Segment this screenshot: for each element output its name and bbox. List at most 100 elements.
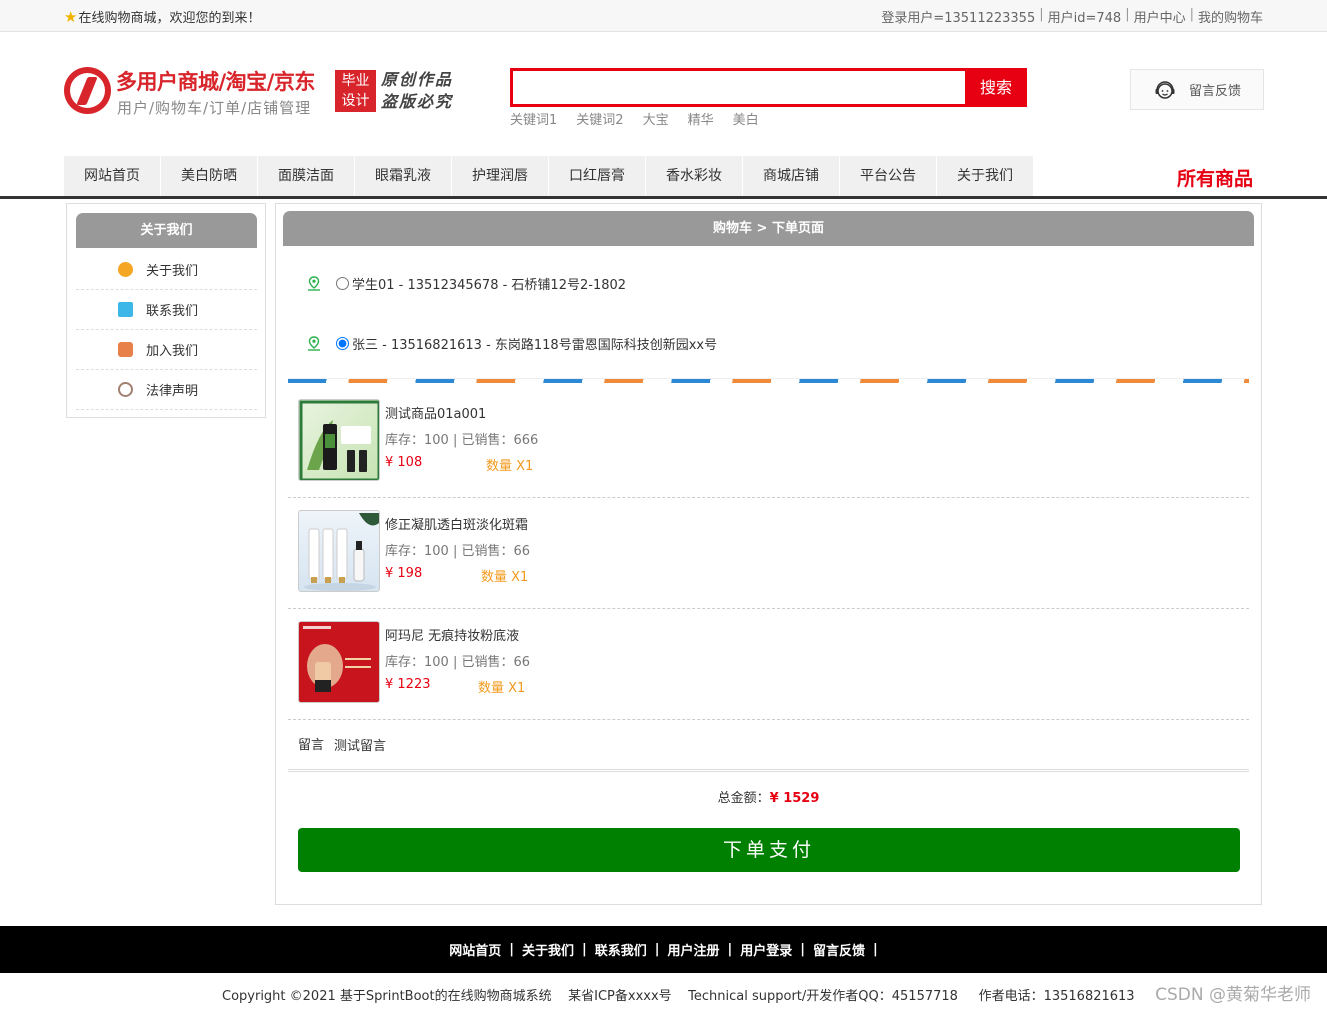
footer-link-login[interactable]: 用户登录 [740,940,792,959]
watermark: CSDN @黄菊华老师 [1155,985,1311,1005]
nav-item-lip-care[interactable]: 护理润唇 [452,156,549,196]
total-label: 总金额： [717,791,770,806]
hot-word[interactable]: 关键词2 [576,109,623,128]
user-id-link[interactable]: 用户id=748 [1048,7,1122,26]
search-button[interactable]: 搜索 [965,68,1027,107]
my-cart-link[interactable]: 我的购物车 [1198,7,1263,26]
product-name[interactable]: 修正凝肌透白斑淡化斑霜 [385,514,528,533]
footer-link-about[interactable]: 关于我们 [522,940,574,959]
product-price: ¥ 198 [385,566,423,581]
sidebar-item-label: 加入我们 [146,344,199,359]
headset-icon [1155,80,1175,99]
feedback-label: 留言反馈 [1189,84,1242,99]
product-name[interactable]: 测试商品01a001 [385,403,486,422]
footer-link-home[interactable]: 网站首页 [449,940,501,959]
total-amount: ¥ 1529 [769,791,820,806]
airmail-divider [288,378,1249,383]
all-goods-link[interactable]: 所有商品 [1177,164,1253,191]
slogan-line: 盗版必究 [381,92,454,111]
address-radio[interactable] [336,337,349,350]
address-text: 张三 - 13516821613 - 东岗路118号雷恩国际科技创新园xx号 [352,338,718,353]
hot-word[interactable]: 关键词1 [510,109,557,128]
nav-item-mask[interactable]: 面膜洁面 [258,156,355,196]
user-center-link[interactable]: 用户中心 [1134,7,1186,26]
location-pin-icon [308,275,320,291]
design-badge: 毕业 设计 [335,70,376,112]
nav-item-notice[interactable]: 平台公告 [840,156,937,196]
slogan-line: 原创作品 [381,70,454,89]
search-box [510,68,965,107]
product-price: ¥ 108 [385,455,423,470]
footer-link-feedback[interactable]: 留言反馈 [813,940,865,959]
address-option[interactable]: 学生01 - 13512345678 - 石桥铺12号2-1802 [306,274,626,293]
product-quantity: 数量 X1 [478,681,526,696]
hot-word[interactable]: 美白 [733,109,759,128]
footer-link-register[interactable]: 用户注册 [668,940,720,959]
address-radio[interactable] [336,277,349,290]
copyright: Copyright ©2021 基于SprintBoot的在线购物商城系统 某省… [222,989,1135,1004]
product-image[interactable] [298,621,380,703]
product-image[interactable] [298,510,380,592]
feedback-button[interactable]: 留言反馈 [1130,69,1264,110]
memo-input[interactable] [334,734,635,755]
separator: | [581,942,587,957]
main-nav: 网站首页 美白防晒 面膜洁面 眼霜乳液 护理润唇 口红唇膏 香水彩妆 商城店铺 … [64,156,1034,196]
nav-item-about[interactable]: 关于我们 [937,156,1034,196]
clipboard-icon [118,302,133,317]
nav-item-whitening[interactable]: 美白防晒 [161,156,258,196]
lock-icon [118,342,133,357]
breadcrumb: 购物车 > 下单页面 [283,211,1254,246]
cart-item: 阿玛尼 无痕持妆粉底液 库存：100 | 已销售：66 ¥ 1223 数量 X1 [288,609,1249,720]
footer-nav: 网站首页 | 关于我们 | 联系我们 | 用户注册 | 用户登录 | 留言反馈 | [0,926,1327,973]
nav-item-home[interactable]: 网站首页 [64,156,161,196]
address-option[interactable]: 张三 - 13516821613 - 东岗路118号雷恩国际科技创新园xx号 [306,334,717,353]
site-subtitle: 用户/购物车/订单/店铺管理 [117,99,312,117]
sidebar-item-label: 联系我们 [146,304,199,319]
power-icon [118,382,133,397]
order-total: 总金额：¥ 1529 [276,787,1261,806]
nav-item-lipstick[interactable]: 口红唇膏 [549,156,646,196]
location-pin-icon [308,335,320,351]
product-stock: 库存：100 | 已销售：66 [385,544,530,559]
search-input[interactable] [513,71,965,104]
logo-icon[interactable] [64,67,111,114]
sidebar-item-label: 关于我们 [146,264,199,279]
product-price: ¥ 1223 [385,677,431,692]
welcome-text: 在线购物商城，欢迎您的到来！ [78,11,261,26]
memo-label: 留言 [298,738,325,753]
order-panel: 购物车 > 下单页面 学生01 - 13512345678 - 石桥铺12号2-… [275,203,1262,905]
login-user-link[interactable]: 登录用户=13511223355 [881,7,1035,26]
badge-line: 设计 [341,93,370,109]
cart-item: 修正凝肌透白斑淡化斑霜 库存：100 | 已销售：66 ¥ 198 数量 X1 [288,498,1249,609]
separator: | [873,942,878,957]
product-quantity: 数量 X1 [486,459,534,474]
separator: | [727,942,733,957]
user-links: 登录用户=13511223355 | 用户id=748 | 用户中心 | 我的购… [881,7,1263,26]
info-icon [118,262,133,277]
product-image-art [304,513,379,591]
pay-button[interactable]: 下单支付 [298,828,1240,872]
address-text: 学生01 - 13512345678 - 石桥铺12号2-1802 [352,278,627,293]
nav-item-perfume[interactable]: 香水彩妆 [646,156,743,196]
product-image[interactable] [298,399,380,481]
sidebar-item-contact[interactable]: 联系我们 [76,290,257,330]
badge-line: 毕业 [341,73,370,89]
star-icon: ★ [64,7,78,26]
hot-word[interactable]: 精华 [688,109,714,128]
hot-word[interactable]: 大宝 [643,109,669,128]
nav-item-eye-cream[interactable]: 眼霜乳液 [355,156,452,196]
sidebar-item-legal[interactable]: 法律声明 [76,370,257,410]
slogan: 原创作品 盗版必究 [381,69,461,113]
sidebar: 关于我们 关于我们 联系我们 加入我们 法律声明 [66,203,266,418]
product-name[interactable]: 阿玛尼 无痕持妆粉底液 [385,625,519,644]
separator: | [1039,7,1044,22]
sidebar-item-about[interactable]: 关于我们 [76,250,257,290]
footer-link-contact[interactable]: 联系我们 [595,940,647,959]
product-stock: 库存：100 | 已销售：666 [385,433,539,448]
nav-item-shops[interactable]: 商城店铺 [743,156,840,196]
product-stock: 库存：100 | 已销售：66 [385,655,530,670]
product-quantity: 数量 X1 [481,570,529,585]
product-image-art [303,626,371,692]
site-title[interactable]: 多用户商城/淘宝/京东 [116,66,315,96]
sidebar-item-join[interactable]: 加入我们 [76,330,257,370]
